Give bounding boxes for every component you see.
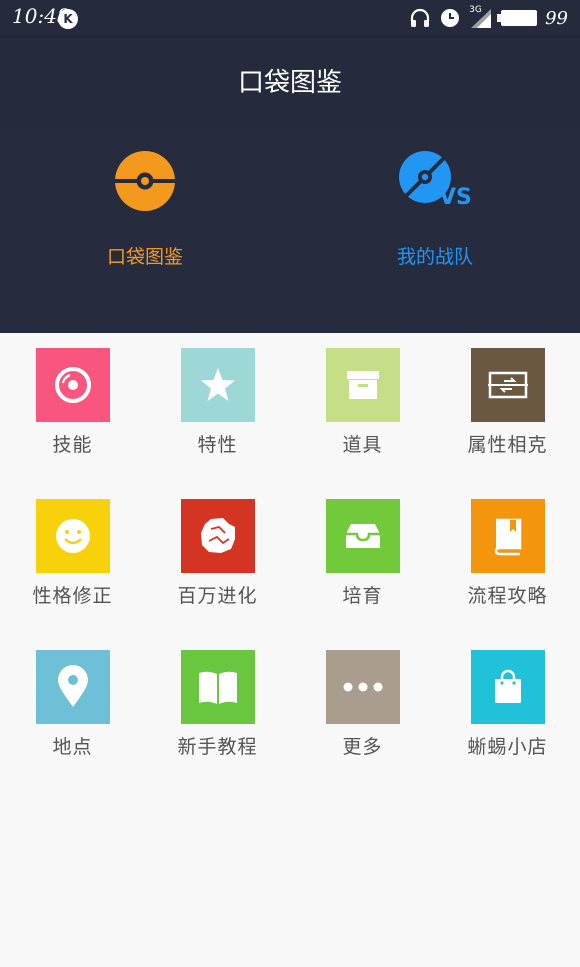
team-vs-icon: VS <box>398 150 472 212</box>
status-icons: 3G 99 <box>409 4 568 32</box>
grid-item-label: 属性相克 <box>467 434 548 456</box>
grid-item-label: 道具 <box>342 434 383 456</box>
grid-item-skills[interactable]: 技能 <box>0 333 145 483</box>
vs-text: VS <box>439 185 472 210</box>
battery-level: 99 <box>545 7 568 29</box>
battery-icon <box>497 10 538 26</box>
grid-item-label: 性格修正 <box>32 585 113 607</box>
location-pin-icon <box>36 650 110 724</box>
swap-icon <box>471 348 545 422</box>
my-team-label: 我的战队 <box>396 246 473 268</box>
grid-item-more[interactable]: 更多 <box>290 635 435 785</box>
grid-item-label: 流程攻略 <box>467 585 548 607</box>
grid-item-shop[interactable]: 蜥蜴小店 <box>435 635 580 785</box>
grid-item-type-chart[interactable]: 属性相克 <box>435 333 580 483</box>
grid-item-walkthrough[interactable]: 流程攻略 <box>435 484 580 634</box>
notification-badge-icon: K <box>58 9 78 29</box>
smiley-icon <box>36 499 110 573</box>
box-icon <box>326 348 400 422</box>
pokeball-icon <box>114 150 176 212</box>
feature-grid: 技能 特性 道具 属性相克 性格修正 百万进化 培育 流程攻略 地点 新手教程 … <box>0 333 580 967</box>
grid-item-items[interactable]: 道具 <box>290 333 435 483</box>
grid-item-label: 技能 <box>52 434 93 456</box>
headphones-icon <box>409 7 431 29</box>
grid-item-breeding[interactable]: 培育 <box>290 484 435 634</box>
my-team-button[interactable]: VS 我的战队 <box>290 122 580 333</box>
grid-item-nature[interactable]: 性格修正 <box>0 484 145 634</box>
grid-item-tutorial[interactable]: 新手教程 <box>145 635 290 785</box>
grid-item-label: 新手教程 <box>177 736 258 758</box>
grid-item-locations[interactable]: 地点 <box>0 635 145 785</box>
grid-item-label: 百万进化 <box>177 585 258 607</box>
network-type: 3G <box>469 5 482 15</box>
open-book-icon <box>181 650 255 724</box>
disc-icon <box>36 348 110 422</box>
rock-icon <box>181 499 255 573</box>
status-bar: 10:48 K 3G 99 <box>0 0 580 38</box>
alarm-clock-icon <box>439 7 461 29</box>
book-icon <box>471 499 545 573</box>
app-bar: 口袋图鉴 <box>0 38 580 122</box>
grid-item-label: 培育 <box>342 585 383 607</box>
grid-item-label: 特性 <box>197 434 238 456</box>
pokedex-label: 口袋图鉴 <box>106 246 183 268</box>
more-dots-icon <box>326 650 400 724</box>
grid-item-label: 更多 <box>342 736 383 758</box>
signal-icon: 3G <box>469 5 493 29</box>
hero-panel: 口袋图鉴 VS 我的战队 <box>0 122 580 333</box>
tray-icon <box>326 499 400 573</box>
star-icon <box>181 348 255 422</box>
shopping-bag-icon <box>471 650 545 724</box>
grid-item-abilities[interactable]: 特性 <box>145 333 290 483</box>
page-title: 口袋图鉴 <box>237 68 342 98</box>
grid-item-evolution[interactable]: 百万进化 <box>145 484 290 634</box>
grid-item-label: 地点 <box>52 736 93 758</box>
grid-item-label: 蜥蜴小店 <box>467 736 548 758</box>
pokedex-button[interactable]: 口袋图鉴 <box>0 122 290 333</box>
